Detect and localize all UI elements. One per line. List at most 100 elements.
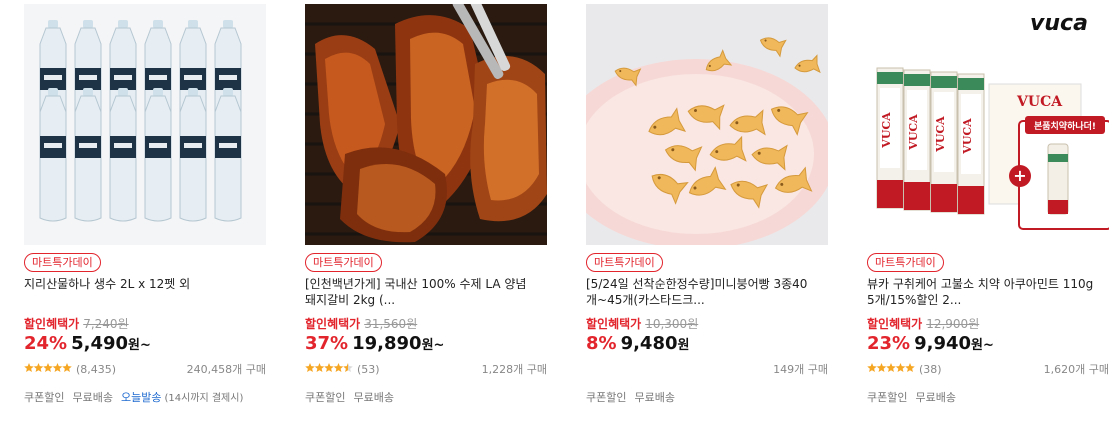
star-icon	[314, 363, 325, 373]
svg-text:VUCA: VUCA	[880, 112, 893, 149]
benefit-label: 할인혜택가	[305, 317, 361, 331]
delivery-note: (14시까지 결제시)	[164, 393, 244, 404]
product-card[interactable]: vuca VUCA VUCA VUCA VUCA VUCA 본품치약하나더! + 마트…	[867, 4, 1109, 423]
fish-bread-image	[586, 4, 828, 245]
promo-badge: 마트특가데이	[586, 253, 663, 272]
toothpaste-tube-icon: VUCA	[876, 67, 904, 209]
discount-rate: 23%	[867, 333, 911, 354]
star-icon	[43, 363, 53, 373]
sale-price: 5,490	[71, 333, 129, 354]
free-shipping-tag: 무료배송	[353, 391, 394, 404]
product-title[interactable]: 지리산물하나 생수 2L x 12펫 외	[24, 276, 266, 292]
svg-text:VUCA: VUCA	[934, 116, 947, 153]
product-title[interactable]: [5/24일 선착순한정수량]미니붕어빵 3종40 개~45개(카스타드크...	[586, 276, 828, 308]
product-stats: 149개 구매	[586, 362, 828, 378]
product-card[interactable]: 마트특가데이 [인천백년가게] 국내산 100% 수제 LA 양념 돼지갈비 2…	[305, 4, 547, 423]
sale-price: 9,480	[620, 333, 678, 354]
same-day-shipping-tag: 오늘발송	[120, 391, 162, 404]
coupon-tag: 쿠폰할인	[24, 391, 65, 404]
benefit-label: 할인혜택가	[24, 317, 80, 331]
discount-rate: 24%	[24, 333, 68, 354]
star-icon	[867, 363, 877, 373]
sale-price-row: 24% 5,490원~	[24, 332, 151, 358]
toothpaste-tube-icon: VUCA	[903, 69, 931, 211]
coupon-tag: 쿠폰할인	[867, 391, 908, 404]
price-unit: 원~	[128, 338, 151, 353]
bottle-icon	[179, 88, 207, 222]
star-rating	[867, 363, 915, 373]
price-unit: 원~	[421, 338, 445, 353]
purchase-count: 1,228개 구매	[481, 363, 547, 376]
purchase-count: 1,620개 구매	[1043, 363, 1109, 376]
benefit-price-row: 할인혜택가 10,300원	[586, 316, 698, 332]
benefit-price-row: 할인혜택가 7,240원	[24, 316, 129, 332]
product-grid: 마트특가데이 지리산물하나 생수 2L x 12펫 외 할인혜택가 7,240원 …	[0, 0, 1118, 423]
original-price: 7,240원	[83, 317, 129, 331]
benefit-price-row: 할인혜택가 31,560원	[305, 316, 417, 332]
discount-rate: 8%	[586, 333, 617, 354]
sale-price: 9,940	[914, 333, 972, 354]
star-icon	[895, 363, 906, 373]
review-count: (38)	[919, 363, 942, 376]
promo-badge: 마트특가데이	[24, 253, 101, 272]
purchase-count: 240,458개 구매	[186, 363, 266, 376]
product-image[interactable]	[586, 4, 828, 245]
coupon-tag: 쿠폰할인	[586, 391, 627, 404]
bottle-icon	[109, 88, 137, 222]
star-icon	[24, 363, 34, 373]
sale-price-row: 8% 9,480원	[586, 332, 689, 358]
svg-text:+: +	[1013, 166, 1026, 185]
star-rating	[24, 363, 72, 373]
star-icon	[343, 363, 353, 373]
price-unit: 원~	[971, 338, 994, 353]
toothpaste-tube-icon: VUCA	[957, 73, 985, 215]
sale-price-row: 37% 19,890원~	[305, 332, 444, 358]
star-icon	[876, 363, 887, 373]
water-bottles-image	[24, 4, 266, 245]
promo-banner-text: 본품치약하나더!	[1034, 120, 1096, 132]
star-icon	[886, 363, 896, 373]
product-image[interactable]	[305, 4, 547, 245]
benefit-tags: 쿠폰할인 무료배송	[867, 390, 964, 406]
bottle-icon	[144, 88, 172, 222]
pork-ribs-image	[305, 4, 547, 245]
benefit-price-row: 할인혜택가 12,900원	[867, 316, 979, 332]
box-label-text: VUCA	[1016, 94, 1063, 110]
product-image[interactable]	[24, 4, 266, 245]
star-rating	[305, 363, 353, 373]
benefit-tags: 쿠폰할인 무료배송	[305, 390, 402, 406]
promo-badge: 마트특가데이	[867, 253, 944, 272]
original-price: 10,300원	[645, 317, 699, 331]
star-icon	[905, 363, 915, 373]
star-icon	[52, 363, 63, 373]
sale-price-row: 23% 9,940원~	[867, 332, 994, 358]
promo-badge: 마트특가데이	[305, 253, 382, 272]
star-icon	[333, 363, 344, 373]
benefit-tags: 쿠폰할인 무료배송 오늘발송 (14시까지 결제시)	[24, 390, 251, 407]
discount-rate: 37%	[305, 333, 349, 354]
product-title[interactable]: [인천백년가게] 국내산 100% 수제 LA 양념 돼지갈비 2kg (...	[305, 276, 547, 308]
purchase-count: 149개 구매	[773, 363, 828, 376]
bottle-icon	[74, 88, 102, 222]
product-image[interactable]: vuca VUCA VUCA VUCA VUCA VUCA 본품치약하나더! +	[867, 4, 1109, 245]
free-shipping-tag: 무료배송	[915, 391, 956, 404]
bottle-icon	[39, 88, 67, 222]
svg-text:VUCA: VUCA	[907, 114, 920, 151]
original-price: 31,560원	[364, 317, 418, 331]
star-icon	[305, 363, 315, 373]
star-icon	[62, 363, 72, 373]
toothpaste-tube-icon: VUCA	[930, 71, 958, 213]
toothpaste-image: vuca VUCA VUCA VUCA VUCA VUCA 본품치약하나더! +	[867, 4, 1109, 245]
star-icon	[324, 363, 334, 373]
benefit-label: 할인혜택가	[586, 317, 642, 331]
benefit-tags: 쿠폰할인 무료배송	[586, 390, 683, 406]
sale-price: 19,890	[352, 333, 422, 354]
free-shipping-tag: 무료배송	[634, 391, 675, 404]
review-count: (8,435)	[76, 363, 117, 376]
product-card[interactable]: 마트특가데이 지리산물하나 생수 2L x 12펫 외 할인혜택가 7,240원 …	[24, 4, 266, 423]
svg-text:VUCA: VUCA	[961, 118, 974, 155]
benefit-label: 할인혜택가	[867, 317, 923, 331]
product-title[interactable]: 뷰카 구취케어 고불소 치약 아쿠아민트 110g 5개/15%할인 2...	[867, 276, 1109, 308]
product-card[interactable]: 마트특가데이 [5/24일 선착순한정수량]미니붕어빵 3종40 개~45개(카…	[586, 4, 828, 423]
product-stats: (8,435) 240,458개 구매	[24, 362, 266, 378]
